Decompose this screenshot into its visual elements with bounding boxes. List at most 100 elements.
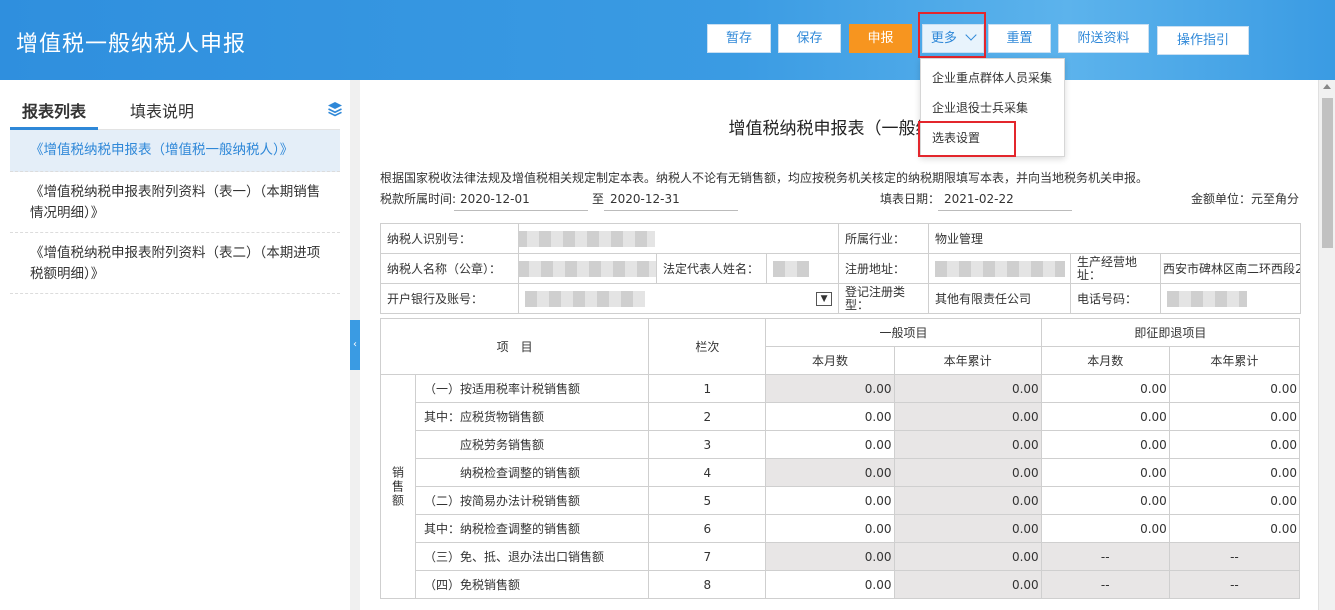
header-immediate-month: 本月数 <box>1040 346 1170 375</box>
sidebar-item-main-form[interactable]: 《增值税纳税申报表（增值税一般纳税人）》 <box>10 130 340 172</box>
header-immediate: 即征即退项目 <box>1040 318 1301 347</box>
amount-cell[interactable]: 0.00 <box>1168 514 1301 543</box>
app-header: 增值税一般纳税人申报 暂存 保存 申报 更多 重置 附送资料 操作指引 <box>0 0 1335 80</box>
row-line-number: 2 <box>648 402 767 431</box>
row-line-number: 1 <box>648 374 767 403</box>
amount-unit: 金额单位：元至角分 <box>1191 192 1300 206</box>
amount-cell[interactable]: 0.00 <box>765 514 895 543</box>
row-line-number: 3 <box>648 430 767 459</box>
layers-icon[interactable] <box>326 100 344 118</box>
amount-cell: 0.00 <box>893 542 1042 571</box>
amount-cell[interactable]: 0.00 <box>1168 402 1301 431</box>
amount-cell[interactable]: 0.00 <box>1040 514 1170 543</box>
amount-cell[interactable]: 0.00 <box>765 402 895 431</box>
chevron-down-icon <box>965 29 977 41</box>
more-dropdown-menu: 企业重点群体人员采集 企业退役士兵采集 选表设置 <box>920 58 1065 157</box>
amount-cell[interactable]: 0.00 <box>1168 458 1301 487</box>
reset-button[interactable]: 重置 <box>988 24 1051 53</box>
amount-cell[interactable]: 0.00 <box>1040 486 1170 515</box>
sidebar-item-schedule-1[interactable]: 《增值税纳税申报表附列资料（表一）（本期销售情况明细）》 <box>10 173 340 233</box>
scroll-up-icon[interactable] <box>1323 84 1331 89</box>
sidebar-item-schedule-2[interactable]: 《增值税纳税申报表附列资料（表二）（本期进项税额明细）》 <box>10 234 340 294</box>
header-general-year: 本年累计 <box>893 346 1042 375</box>
period-from-underline <box>454 210 588 211</box>
amount-cell[interactable]: 0.00 <box>1040 402 1170 431</box>
header-general: 一般项目 <box>765 318 1042 347</box>
taxpayer-info-table: 纳税人识别号： 所属行业： 物业管理 纳税人名称（公章）： 法定代表人姓名： 注… <box>380 223 1302 314</box>
amount-cell: 0.00 <box>893 514 1042 543</box>
amount-cell: 0.00 <box>893 374 1042 403</box>
amount-cell[interactable]: 0.00 <box>1168 486 1301 515</box>
form-notice: 根据国家税收法律法规及增值税相关规定制定本表。纳税人不论有无销售额，均应按税务机… <box>380 171 1149 185</box>
header-immediate-year: 本年累计 <box>1168 346 1301 375</box>
declaration-table: 项 目 栏次 一般项目 即征即退项目 本月数 本年累计 本月数 本年累计 销售额… <box>379 318 1301 599</box>
bank-select[interactable]: ▼ <box>517 283 840 314</box>
table-row: （三）免、抵、退办法出口销售额 7 0.00 0.00 -- -- <box>381 542 1301 571</box>
more-button[interactable]: 更多 <box>922 24 984 53</box>
amount-cell: 0.00 <box>765 374 895 403</box>
collapse-sidebar-handle[interactable]: ‹ <box>350 320 360 370</box>
row-line-number: 8 <box>648 570 767 599</box>
bank-label: 开户银行及账号： <box>380 283 519 314</box>
period-from-field[interactable]: 2020-12-01 <box>460 190 530 208</box>
period-to-field[interactable]: 2020-12-31 <box>610 190 680 208</box>
table-row: （四）免税销售额 8 0.00 0.00 -- -- <box>381 570 1301 599</box>
amount-cell: 0.00 <box>765 458 895 487</box>
amount-cell[interactable]: 0.00 <box>1040 430 1170 459</box>
table-row: 销售额 （一）按适用税率计税销售额 1 0.00 0.00 0.00 0.00 <box>379 374 1301 599</box>
reg-address-value <box>928 253 1072 284</box>
tab-report-list[interactable]: 报表列表 <box>22 98 86 122</box>
amount-cell[interactable]: 0.00 <box>765 570 895 599</box>
table-row: 纳税检查调整的销售额 4 0.00 0.00 0.00 0.00 <box>381 458 1301 487</box>
row-label: 其中：应税货物销售额 <box>415 402 650 431</box>
biz-address-value: 西安市碑林区南二环西段2 <box>1160 253 1302 284</box>
row-label: （四）免税销售额 <box>415 570 650 599</box>
legal-rep-label: 法定代表人姓名： <box>656 253 767 284</box>
scroll-thumb[interactable] <box>1322 98 1333 248</box>
amount-cell[interactable]: 0.00 <box>765 430 895 459</box>
amount-cell: -- <box>1168 542 1301 571</box>
row-label: （三）免、抵、退办法出口销售额 <box>415 542 650 571</box>
menu-item-key-group-collection[interactable]: 企业重点群体人员采集 <box>921 63 1064 93</box>
row-label: 纳税检查调整的销售额 <box>415 458 650 487</box>
amount-cell[interactable]: 0.00 <box>765 486 895 515</box>
vertical-scrollbar[interactable] <box>1318 80 1335 610</box>
app-title: 增值税一般纳税人申报 <box>16 32 247 57</box>
taxpayer-id-label: 纳税人识别号： <box>380 223 519 254</box>
row-label: （二）按简易办法计税销售额 <box>415 486 650 515</box>
temp-save-button[interactable]: 暂存 <box>707 24 771 53</box>
table-row: 应税劳务销售额 3 0.00 0.00 0.00 0.00 <box>381 430 1301 459</box>
save-button[interactable]: 保存 <box>778 24 841 53</box>
amount-cell[interactable]: 0.00 <box>1168 374 1301 403</box>
form-area: 增值税纳税申报表（一般纳税 根据国家税收法律法规及增值税相关规定制定本表。纳税人… <box>360 80 1318 610</box>
tab-fill-instructions[interactable]: 填表说明 <box>130 98 194 122</box>
guide-button[interactable]: 操作指引 <box>1157 26 1249 55</box>
fill-date-field[interactable]: 2021-02-22 <box>944 190 1014 208</box>
header-line: 栏次 <box>648 318 767 375</box>
menu-item-form-selection-settings[interactable]: 选表设置 <box>921 123 1064 153</box>
amount-cell: 0.00 <box>893 458 1042 487</box>
fill-date-label: 填表日期： <box>880 192 941 206</box>
attach-button[interactable]: 附送资料 <box>1058 24 1149 53</box>
legal-rep-value <box>765 253 840 284</box>
amount-cell[interactable]: 0.00 <box>1040 458 1170 487</box>
taxpayer-name-label: 纳税人名称（公章）： <box>380 253 519 284</box>
row-line-number: 4 <box>648 458 767 487</box>
industry-label: 所属行业： <box>838 223 930 254</box>
row-line-number: 6 <box>648 514 767 543</box>
amount-cell: 0.00 <box>893 486 1042 515</box>
reg-address-label: 注册地址： <box>838 253 930 284</box>
amount-cell[interactable]: 0.00 <box>1168 430 1301 459</box>
menu-item-veteran-collection[interactable]: 企业退役士兵采集 <box>921 93 1064 123</box>
row-label: 应税劳务销售额 <box>415 430 650 459</box>
amount-cell[interactable]: 0.00 <box>1040 374 1170 403</box>
sidebar-tabs: 报表列表 填表说明 <box>10 80 342 130</box>
declare-button[interactable]: 申报 <box>849 24 912 53</box>
section-label-sales: 销售额 <box>379 374 417 599</box>
biz-address-label: 生产经营地址： <box>1070 253 1162 284</box>
header-general-month: 本月数 <box>765 346 895 375</box>
chevron-down-icon[interactable]: ▼ <box>816 291 833 306</box>
amount-cell: 0.00 <box>893 402 1042 431</box>
amount-cell: 0.00 <box>765 542 895 571</box>
amount-cell: 0.00 <box>893 430 1042 459</box>
